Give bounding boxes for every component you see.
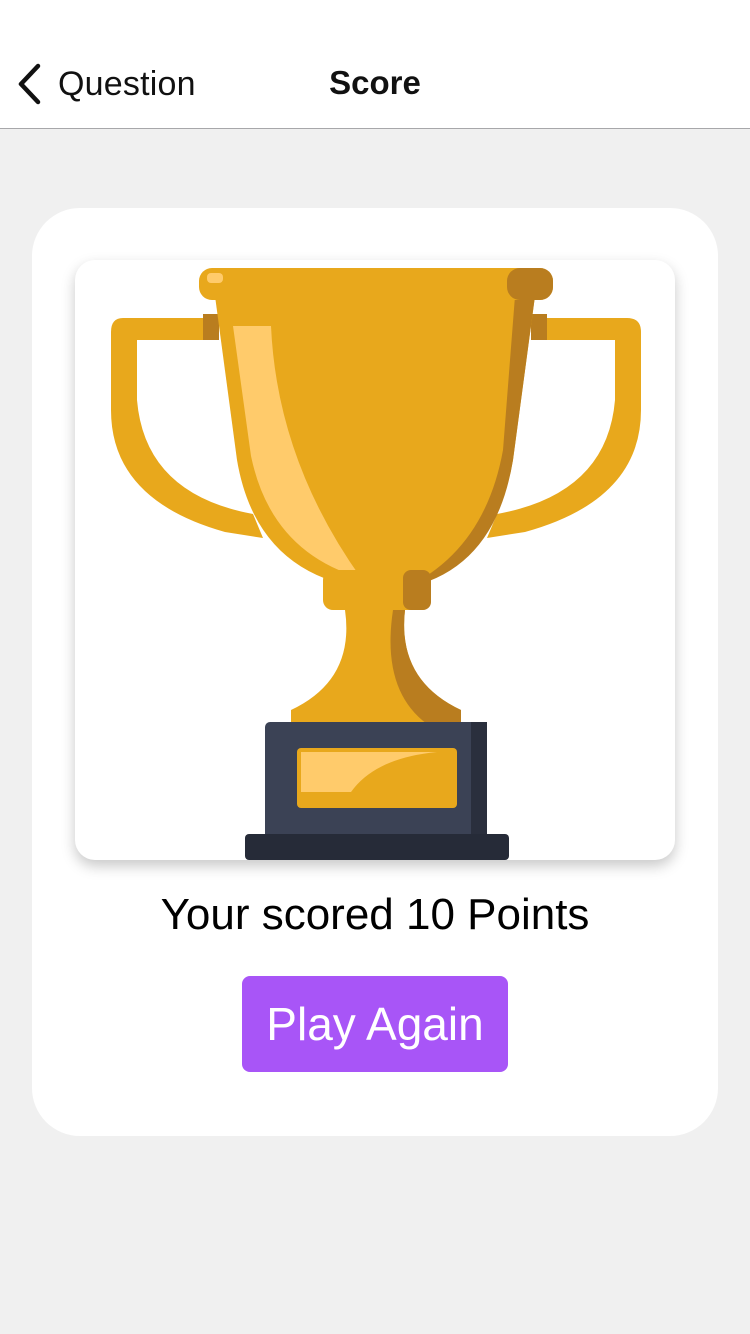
score-text: Your scored 10 Points: [160, 890, 590, 939]
score-card: Your scored 10 Points Play Again: [32, 208, 718, 1136]
page-title: Score: [329, 64, 421, 101]
navigation-bar: Question Score: [0, 0, 750, 129]
trophy-image: [75, 260, 675, 860]
trophy-icon: [111, 268, 641, 860]
play-again-button[interactable]: Play Again: [242, 976, 508, 1072]
